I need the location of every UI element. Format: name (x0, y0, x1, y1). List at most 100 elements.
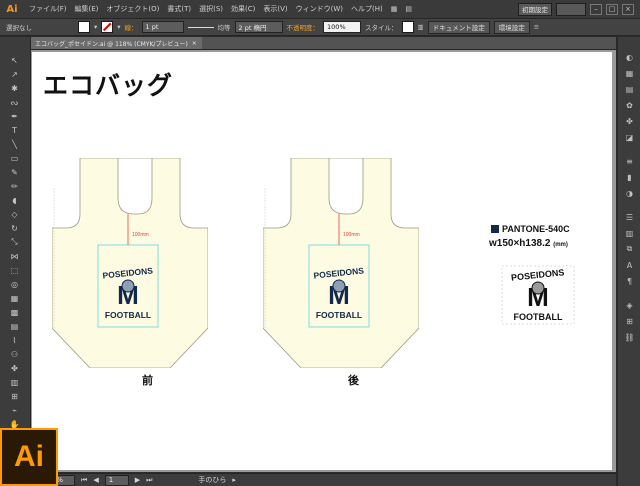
artboard-tool-icon[interactable]: ⊞ (8, 390, 21, 402)
prev-artboard-icon[interactable]: ◀ (93, 476, 98, 484)
status-tool-name[interactable]: 手のひら (198, 475, 226, 485)
menu-view[interactable]: 表示(V) (259, 4, 291, 14)
slice-tool-icon[interactable]: ⌁ (8, 404, 21, 416)
blob-brush-icon[interactable]: ◖ (8, 194, 21, 206)
app-logo[interactable]: Ai (3, 2, 21, 16)
color-guide-icon[interactable]: ▦ (623, 67, 636, 79)
next-artboard-icon[interactable]: ▶ (135, 476, 140, 484)
character-panel-icon[interactable]: A (623, 259, 636, 271)
perspective-grid-icon[interactable]: ▦ (8, 292, 21, 304)
blend-tool-icon[interactable]: ⚇ (8, 348, 21, 360)
transparency-panel-icon[interactable]: ◑ (623, 187, 636, 199)
spec-helmet-icon (531, 281, 545, 295)
close-icon[interactable]: × (622, 3, 634, 15)
width-tool-icon[interactable]: ⋈ (8, 250, 21, 262)
stroke-label[interactable]: 線： (125, 22, 138, 32)
stroke-weight-field[interactable]: 1 pt (141, 21, 184, 33)
appearance-panel-icon[interactable]: ☰ (623, 211, 636, 223)
menu-effect[interactable]: 効果(C) (227, 4, 259, 14)
magic-wand-icon[interactable]: ✱ (8, 82, 21, 94)
artboard[interactable]: エコバッグ 100mm POSEIDONS M FOOTBALL 前 100mm… (32, 52, 612, 470)
size-unit: (mm) (553, 242, 568, 248)
dimension-label: 100mm (132, 232, 149, 238)
direct-selection-tool-icon[interactable]: ↗ (8, 68, 21, 80)
gradient-panel-icon[interactable]: ▮ (623, 171, 636, 183)
type-tool-icon[interactable]: T (8, 124, 21, 136)
bag-front[interactable]: 100mm POSEIDONS M FOOTBALL (51, 157, 209, 369)
first-artboard-icon[interactable]: ⏮ (81, 476, 87, 485)
bag-back[interactable]: 100mm POSEIDONS M FOOTBALL (262, 157, 420, 369)
graphic-styles-icon[interactable]: ◪ (623, 131, 636, 143)
opacity-field[interactable]: 100% (323, 21, 362, 33)
document-setup-button[interactable]: ドキュメント設定 (427, 20, 490, 34)
document-tab[interactable]: エコバッグ_ポセイドン.ai @ 118% (CMYK/プレビュー) × (30, 37, 202, 49)
pathfinder-icon[interactable]: ⧉ (623, 243, 636, 255)
artwork-title: エコバッグ (43, 71, 174, 100)
swatches-panel-icon[interactable]: ▤ (623, 83, 636, 95)
stroke-dropdown-icon[interactable]: ▾ (117, 23, 120, 31)
mesh-tool-icon[interactable]: ▩ (8, 306, 21, 318)
rotate-tool-icon[interactable]: ↻ (8, 222, 21, 234)
profile-value[interactable]: 均等 (218, 22, 231, 32)
artboard-number[interactable]: 1 (104, 474, 129, 486)
lasso-icon[interactable]: ᔓ (8, 96, 21, 108)
menu-select[interactable]: 選択(S) (195, 4, 227, 14)
tab-close-icon[interactable]: × (192, 40, 197, 47)
status-menu-icon[interactable]: ▸ (232, 476, 236, 484)
menu-window[interactable]: ウィンドウ(W) (292, 4, 347, 14)
maximize-icon[interactable]: □ (606, 3, 618, 15)
panel-menu-icon[interactable]: ≡ (534, 23, 539, 31)
scale-tool-icon[interactable]: ⤡ (8, 236, 21, 248)
fill-dropdown-icon[interactable]: ▾ (94, 23, 97, 31)
eraser-icon[interactable]: ◇ (8, 208, 21, 220)
column-graph-icon[interactable]: ▥ (8, 376, 21, 388)
document-tab-bar: エコバッグ_ポセイドン.ai @ 118% (CMYK/プレビュー) × (30, 37, 616, 50)
menu-file[interactable]: ファイル(F) (25, 4, 71, 14)
spec-logo-bottom-text: FOOTBALL (514, 312, 563, 322)
pen-tool-icon[interactable]: ✒ (8, 110, 21, 122)
free-transform-icon[interactable]: ⬚ (8, 264, 21, 276)
preferences-button[interactable]: 環境設定 (493, 20, 530, 34)
arrange-icon[interactable]: ▤ (401, 5, 416, 13)
menu-type[interactable]: 書式(T) (163, 4, 195, 14)
paragraph-panel-icon[interactable]: ¶ (623, 275, 636, 287)
symbol-sprayer-icon[interactable]: ✤ (8, 362, 21, 374)
opacity-label[interactable]: 不透明度： (287, 22, 320, 32)
helmet-icon (121, 279, 135, 293)
variable-width-preview[interactable] (187, 26, 214, 28)
size-spec: w150×h138.2 (mm) (489, 238, 568, 249)
align-icon[interactable]: ▥ (418, 23, 424, 31)
minimize-icon[interactable]: – (590, 3, 602, 15)
align-panel-icon[interactable]: ▥ (623, 227, 636, 239)
search-field[interactable] (556, 2, 586, 16)
symbols-panel-icon[interactable]: ✤ (623, 115, 636, 127)
control-bar: 選択なし ▾ ▾ 線： 1 pt 均等 2 pt 楕円 不透明度： 100% ス… (0, 19, 640, 36)
paintbrush-icon[interactable]: ✎ (8, 166, 21, 178)
artboards-panel-icon[interactable]: ⊞ (623, 315, 636, 327)
gradient-tool-icon[interactable]: ▤ (8, 320, 21, 332)
rectangle-tool-icon[interactable]: ▭ (8, 152, 21, 164)
menu-edit[interactable]: 編集(E) (71, 4, 103, 14)
menu-help[interactable]: ヘルプ(H) (347, 4, 387, 14)
stroke-swatch[interactable] (101, 21, 114, 33)
links-panel-icon[interactable]: ⛓ (623, 331, 636, 343)
pantone-chip (491, 225, 499, 233)
color-panel-icon[interactable]: ◐ (623, 51, 636, 63)
fill-swatch[interactable] (78, 21, 90, 33)
shape-builder-icon[interactable]: ◎ (8, 278, 21, 290)
selection-tool-icon[interactable]: ↖ (8, 54, 21, 66)
menu-object[interactable]: オブジェクト(O) (102, 4, 163, 14)
eyedropper-icon[interactable]: ⌇ (8, 334, 21, 346)
graphic-style-swatch[interactable] (401, 21, 414, 33)
spec-logo-arc-text: POSEIDONS (511, 267, 565, 283)
last-artboard-icon[interactable]: ⏭ (146, 476, 152, 485)
layers-panel-icon[interactable]: ◈ (623, 299, 636, 311)
canvas-area[interactable]: エコバッグ 100mm POSEIDONS M FOOTBALL 前 100mm… (31, 50, 616, 472)
stroke-panel-icon[interactable]: ≡ (623, 155, 636, 167)
brushes-panel-icon[interactable]: ✿ (623, 99, 636, 111)
pencil-icon[interactable]: ✏ (8, 180, 21, 192)
line-tool-icon[interactable]: ╲ (8, 138, 21, 150)
bridge-icon[interactable]: ▦ (387, 5, 402, 13)
workspace-switcher[interactable]: 初期設定 (518, 2, 552, 16)
brush-field[interactable]: 2 pt 楕円 (234, 21, 283, 33)
